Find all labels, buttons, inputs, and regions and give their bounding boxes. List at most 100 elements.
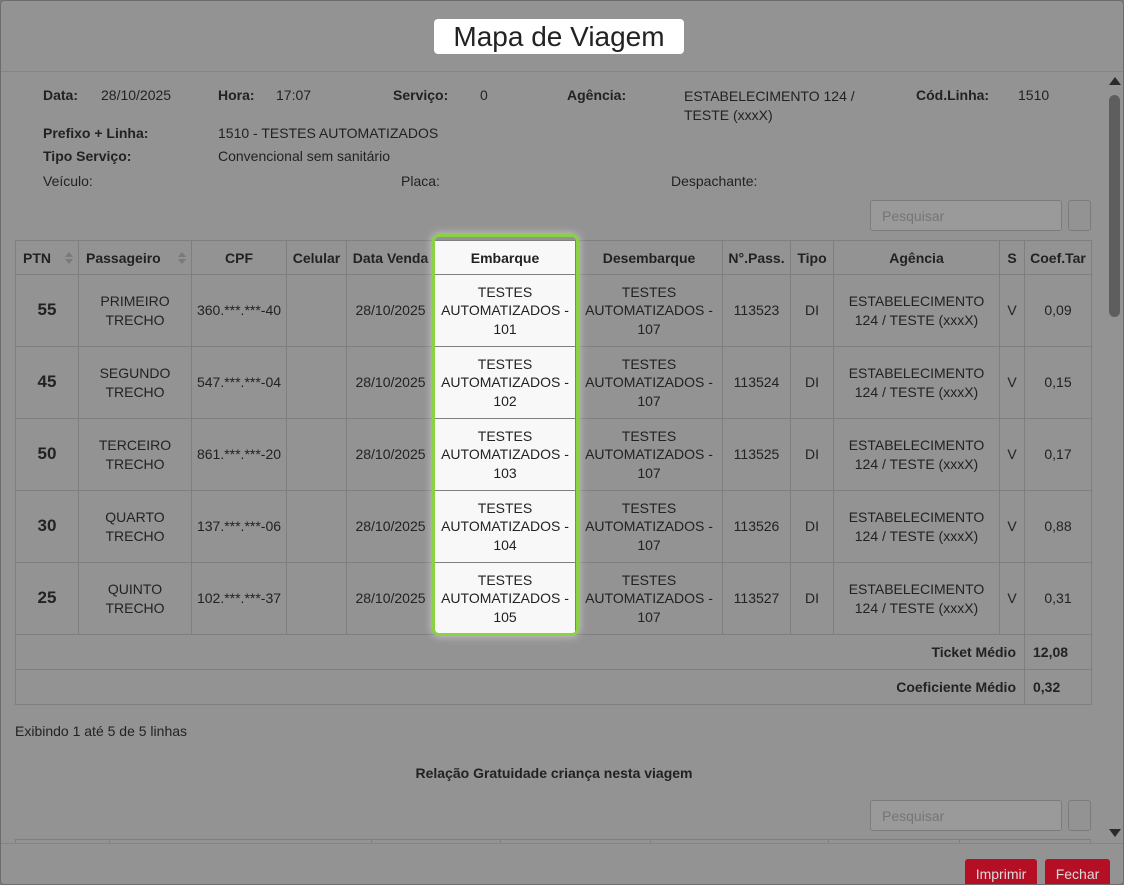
cell-desembarque: TESTES AUTOMATIZADOS - 107 (575, 274, 723, 347)
cell-coef-tar: 0,17 (1024, 418, 1092, 491)
cell-cpf: 102.***.***-37 (191, 562, 287, 635)
cell-desembarque: TESTES AUTOMATIZADOS - 107 (575, 346, 723, 419)
cell-cpf: 547.***.***-04 (191, 346, 287, 419)
cell-s: V (999, 490, 1025, 563)
scroll-up-icon[interactable] (1109, 77, 1121, 85)
cell-s: V (999, 274, 1025, 347)
gratuidade-section-title: Relação Gratuidade criança nesta viagem (415, 765, 693, 781)
cell-passageiro: QUINTO TRECHO (78, 562, 192, 635)
modal-body[interactable]: Data: 28/10/2025 Hora: 17:07 Serviço: 0 … (1, 73, 1107, 843)
search-input-gratuidade[interactable] (870, 800, 1062, 831)
cell-celular (286, 562, 347, 635)
cell-desembarque: TESTES AUTOMATIZADOS - 107 (575, 418, 723, 491)
cell-celular (286, 274, 347, 347)
cell-ptn: 55 (15, 274, 79, 347)
cell-tipo: DI (790, 490, 834, 563)
search-button-icon[interactable] (1068, 200, 1091, 231)
prefixo-value: 1510 - TESTES AUTOMATIZADOS (218, 125, 439, 141)
cell-tipo: DI (790, 274, 834, 347)
close-button[interactable]: Fechar (1045, 859, 1110, 884)
cell-agencia: ESTABELECIMENTO 124 / TESTE (xxxX) (833, 562, 1000, 635)
cell-cpf: 360.***.***-40 (191, 274, 287, 347)
codlinha-label: Cód.Linha: (916, 87, 990, 103)
column-header-tipo: Tipo (790, 240, 834, 275)
hora-value: 17:07 (276, 87, 312, 103)
agencia-value: ESTABELECIMENTO 124 / TESTE (xxxX) (684, 88, 855, 123)
sort-icon[interactable] (178, 252, 186, 264)
cell-passageiro: QUARTO TRECHO (78, 490, 192, 563)
scroll-down-icon[interactable] (1109, 829, 1121, 837)
cell-tipo: DI (790, 562, 834, 635)
column-header-s: S (999, 240, 1025, 275)
data-value: 28/10/2025 (101, 87, 172, 103)
prefixo-label: Prefixo + Linha: (43, 125, 149, 141)
tipo-servico-label: Tipo Serviço: (43, 148, 132, 164)
vertical-scrollbar[interactable] (1107, 73, 1123, 843)
column-header-passageiro[interactable]: Passageiro (78, 240, 192, 275)
pagination-info: Exibindo 1 até 5 de 5 linhas (15, 723, 188, 739)
table-row[interactable]: 55 PRIMEIRO TRECHO 360.***.***-40 28/10/… (15, 274, 1092, 347)
cell-data-venda: 28/10/2025 (346, 490, 435, 563)
cell-embarque: TESTES AUTOMATIZADOS - 102 (434, 346, 576, 419)
coeficiente-medio-label: Coeficiente Médio (15, 669, 1025, 705)
column-header-coef-tar: Coef.Tar (1024, 240, 1092, 275)
cell-ptn: 50 (15, 418, 79, 491)
column-label: Passageiro (86, 249, 161, 266)
coeficiente-medio-value: 0,32 (1024, 669, 1092, 705)
passenger-table: PTN Passageiro CPF Celular Data Venda Em… (15, 240, 1092, 705)
hora-label: Hora: (218, 87, 255, 103)
column-label: PTN (23, 249, 51, 266)
cell-embarque: TESTES AUTOMATIZADOS - 101 (434, 274, 576, 347)
ticket-medio-label: Ticket Médio (15, 634, 1025, 670)
cell-embarque: TESTES AUTOMATIZADOS - 105 (434, 562, 576, 635)
cell-npass: 113523 (722, 274, 791, 347)
cell-cpf: 861.***.***-20 (191, 418, 287, 491)
table-row[interactable]: 30 QUARTO TRECHO 137.***.***-06 28/10/20… (15, 490, 1092, 563)
search-input[interactable] (870, 200, 1062, 231)
cell-embarque: TESTES AUTOMATIZADOS - 104 (434, 490, 576, 563)
column-header-embarque: Embarque (434, 240, 576, 275)
despachante-label: Despachante: (671, 173, 758, 189)
column-header-ptn[interactable]: PTN (15, 240, 79, 275)
cell-coef-tar: 0,09 (1024, 274, 1092, 347)
ticket-medio-value: 12,08 (1024, 634, 1092, 670)
sort-icon[interactable] (65, 252, 73, 264)
cell-npass: 113525 (722, 418, 791, 491)
cell-coef-tar: 0,88 (1024, 490, 1092, 563)
cell-data-venda: 28/10/2025 (346, 418, 435, 491)
modal-header: Mapa de Viagem (1, 1, 1123, 72)
cell-desembarque: TESTES AUTOMATIZADOS - 107 (575, 562, 723, 635)
tipo-servico-value: Convencional sem sanitário (218, 148, 390, 164)
cell-tipo: DI (790, 418, 834, 491)
cell-passageiro: PRIMEIRO TRECHO (78, 274, 192, 347)
cell-agencia: ESTABELECIMENTO 124 / TESTE (xxxX) (833, 274, 1000, 347)
cell-s: V (999, 346, 1025, 419)
cell-tipo: DI (790, 346, 834, 419)
agencia-label: Agência: (567, 87, 627, 103)
cell-npass: 113524 (722, 346, 791, 419)
scroll-thumb[interactable] (1109, 95, 1120, 317)
cell-passageiro: SEGUNDO TRECHO (78, 346, 192, 419)
cell-ptn: 45 (15, 346, 79, 419)
print-button[interactable]: Imprimir (965, 859, 1037, 884)
servico-label: Serviço: (393, 87, 449, 103)
cell-celular (286, 490, 347, 563)
codlinha-value: 1510 (1018, 87, 1050, 103)
cell-coef-tar: 0,15 (1024, 346, 1092, 419)
cell-coef-tar: 0,31 (1024, 562, 1092, 635)
column-header-celular: Celular (286, 240, 347, 275)
column-header-agencia: Agência (833, 240, 1000, 275)
modal-title: Mapa de Viagem (434, 19, 684, 54)
cell-agencia: ESTABELECIMENTO 124 / TESTE (xxxX) (833, 490, 1000, 563)
search-button-icon[interactable] (1068, 800, 1091, 831)
cell-data-venda: 28/10/2025 (346, 562, 435, 635)
cell-agencia: ESTABELECIMENTO 124 / TESTE (xxxX) (833, 346, 1000, 419)
cell-agencia: ESTABELECIMENTO 124 / TESTE (xxxX) (833, 418, 1000, 491)
cell-desembarque: TESTES AUTOMATIZADOS - 107 (575, 490, 723, 563)
ticket-medio-row: Ticket Médio 12,08 (15, 634, 1092, 670)
column-header-data-venda: Data Venda (346, 240, 435, 275)
table-row[interactable]: 25 QUINTO TRECHO 102.***.***-37 28/10/20… (15, 562, 1092, 635)
table-row[interactable]: 50 TERCEIRO TRECHO 861.***.***-20 28/10/… (15, 418, 1092, 491)
column-header-desembarque: Desembarque (575, 240, 723, 275)
table-row[interactable]: 45 SEGUNDO TRECHO 547.***.***-04 28/10/2… (15, 346, 1092, 419)
